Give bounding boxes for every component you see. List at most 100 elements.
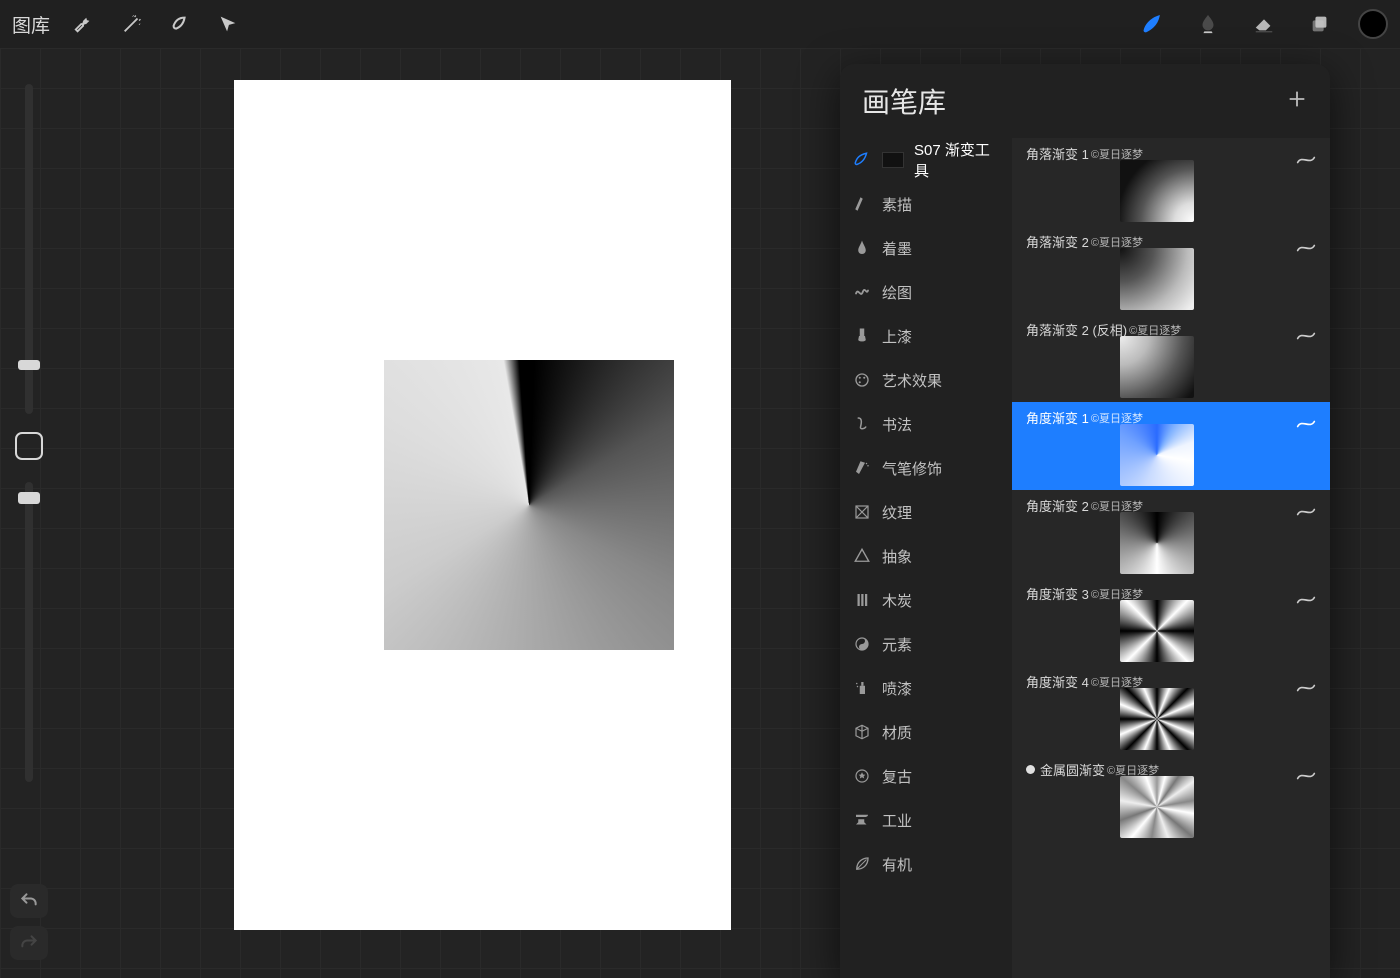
brush-thumbnail: [1120, 688, 1194, 750]
category-label: 书法: [882, 414, 912, 435]
gallery-button[interactable]: 图库: [12, 11, 50, 38]
category-label: 木炭: [882, 590, 912, 611]
category-pen[interactable]: 着墨: [840, 226, 1012, 270]
canvas[interactable]: [234, 80, 731, 930]
palette-icon: [852, 370, 872, 390]
category-label: 气笔修饰: [882, 458, 942, 479]
category-label: 抽象: [882, 546, 912, 567]
yinyang-icon: [852, 634, 872, 654]
eraser-tool-icon[interactable]: [1240, 4, 1288, 44]
brush-row[interactable]: 角度渐变 4 ©夏日逐梦: [1012, 666, 1330, 754]
brush-tool-icon[interactable]: [1128, 4, 1176, 44]
texture-icon: [852, 502, 872, 522]
brush-stroke-icon: [1296, 416, 1316, 426]
category-charcoal[interactable]: 木炭: [840, 578, 1012, 622]
panel-title: 画笔库: [862, 81, 946, 121]
category-label: S07 渐变工具: [914, 139, 1000, 181]
brush-thumbnail: [1120, 776, 1194, 838]
brush-list: 角落渐变 1 ©夏日逐梦角落渐变 2 ©夏日逐梦角落渐变 2 (反相) ©夏日逐…: [1012, 138, 1330, 978]
brush-stroke-icon: [1296, 240, 1316, 250]
spray-icon: [852, 678, 872, 698]
brush-stroke-icon: [1296, 152, 1316, 162]
calligraphy-icon: [852, 414, 872, 434]
star-icon: [852, 766, 872, 786]
selection-icon[interactable]: [160, 4, 200, 44]
brush-icon: [852, 326, 872, 346]
airbrush-icon: [852, 458, 872, 478]
category-label: 着墨: [882, 238, 912, 259]
brush-size-thumb[interactable]: [18, 360, 40, 370]
category-brush[interactable]: 上漆: [840, 314, 1012, 358]
category-label: 喷漆: [882, 678, 912, 699]
layers-icon[interactable]: [1296, 4, 1344, 44]
category-label: 素描: [882, 194, 912, 215]
category-star[interactable]: 复古: [840, 754, 1012, 798]
brush-thumbnail: [1120, 336, 1194, 398]
category-anvil[interactable]: 工业: [840, 798, 1012, 842]
leaf-icon: [852, 854, 872, 874]
squiggle-icon: [852, 282, 872, 302]
category-label: 元素: [882, 634, 912, 655]
top-toolbar: 图库: [0, 0, 1400, 48]
category-spray[interactable]: 喷漆: [840, 666, 1012, 710]
move-arrow-icon[interactable]: [208, 4, 248, 44]
charcoal-icon: [852, 590, 872, 610]
brush-row[interactable]: 金属圆渐变 ©夏日逐梦: [1012, 754, 1330, 842]
category-recent[interactable]: S07 渐变工具: [840, 138, 1012, 182]
category-label: 艺术效果: [882, 370, 942, 391]
left-slider-rail: [4, 48, 54, 978]
category-squiggle[interactable]: 绘图: [840, 270, 1012, 314]
brush-row[interactable]: 角度渐变 2 ©夏日逐梦: [1012, 490, 1330, 578]
brush-stroke-icon: [1296, 592, 1316, 602]
category-leaf[interactable]: 有机: [840, 842, 1012, 886]
brush-thumbnail: [1120, 160, 1194, 222]
recent-icon: [852, 150, 872, 170]
brush-row[interactable]: 角落渐变 1 ©夏日逐梦: [1012, 138, 1330, 226]
brush-category-list: S07 渐变工具素描着墨绘图上漆艺术效果书法气笔修饰纹理抽象木炭元素喷漆材质复古…: [840, 138, 1012, 978]
category-cube[interactable]: 材质: [840, 710, 1012, 754]
cube-icon: [852, 722, 872, 742]
brush-thumbnail: [1120, 512, 1194, 574]
category-label: 有机: [882, 854, 912, 875]
brush-opacity-slider[interactable]: [25, 482, 33, 782]
category-pencil[interactable]: 素描: [840, 182, 1012, 226]
category-label: 纹理: [882, 502, 912, 523]
brush-stroke-icon: [1296, 504, 1316, 514]
category-label: 绘图: [882, 282, 912, 303]
category-thumbnail-chip: [882, 152, 904, 168]
redo-button[interactable]: [10, 926, 48, 960]
pen-icon: [852, 238, 872, 258]
brush-stroke-icon: [1296, 328, 1316, 338]
abstract-icon: [852, 546, 872, 566]
category-label: 材质: [882, 722, 912, 743]
smudge-tool-icon[interactable]: [1184, 4, 1232, 44]
brush-row[interactable]: 角落渐变 2 ©夏日逐梦: [1012, 226, 1330, 314]
brush-row[interactable]: 角度渐变 3 ©夏日逐梦: [1012, 578, 1330, 666]
canvas-gradient-art: [384, 360, 674, 650]
brush-row[interactable]: 角落渐变 2 (反相) ©夏日逐梦: [1012, 314, 1330, 402]
category-calligraphy[interactable]: 书法: [840, 402, 1012, 446]
wand-icon[interactable]: [112, 4, 152, 44]
color-picker-swatch[interactable]: [1358, 9, 1388, 39]
category-palette[interactable]: 艺术效果: [840, 358, 1012, 402]
brush-row[interactable]: 角度渐变 1 ©夏日逐梦: [1012, 402, 1330, 490]
category-airbrush[interactable]: 气笔修饰: [840, 446, 1012, 490]
brush-library-panel: 画笔库 S07 渐变工具素描着墨绘图上漆艺术效果书法气笔修饰纹理抽象木炭元素喷漆…: [840, 64, 1330, 978]
brush-thumbnail: [1120, 424, 1194, 486]
brush-thumbnail: [1120, 600, 1194, 662]
brush-opacity-thumb[interactable]: [18, 492, 40, 504]
modify-button[interactable]: [15, 432, 43, 460]
wrench-icon[interactable]: [64, 4, 104, 44]
anvil-icon: [852, 810, 872, 830]
category-yinyang[interactable]: 元素: [840, 622, 1012, 666]
category-label: 复古: [882, 766, 912, 787]
add-brush-button[interactable]: [1286, 88, 1308, 115]
brush-dot-indicator: [1026, 765, 1035, 774]
category-label: 工业: [882, 810, 912, 831]
category-abstract[interactable]: 抽象: [840, 534, 1012, 578]
brush-stroke-icon: [1296, 680, 1316, 690]
undo-button[interactable]: [10, 884, 48, 918]
brush-thumbnail: [1120, 248, 1194, 310]
brush-size-slider[interactable]: [25, 84, 33, 414]
category-texture[interactable]: 纹理: [840, 490, 1012, 534]
